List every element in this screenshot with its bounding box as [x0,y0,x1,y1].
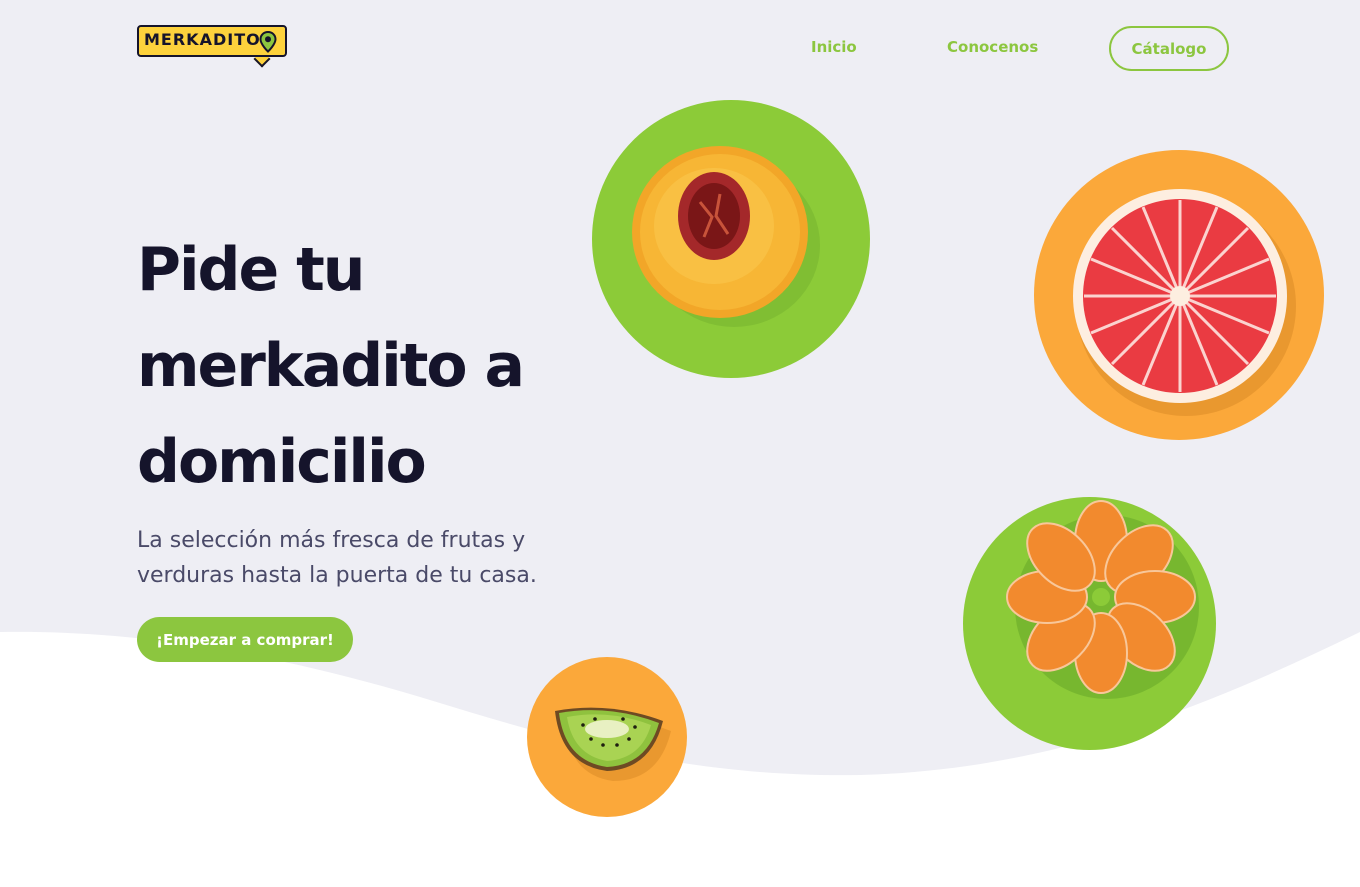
mandarin-illustration [1006,500,1199,699]
grapefruit-illustration [1073,189,1296,416]
mandarin-image [963,497,1216,750]
peach-image [592,100,870,378]
hero-title: Pide tu merkadito a domicilio [137,235,525,497]
hero-subtitle: La selección más fresca de frutas y verd… [137,528,537,588]
location-pin-icon [259,31,277,53]
nav-link-inicio[interactable]: Inicio [811,38,857,56]
start-shopping-button[interactable]: ¡Empezar a comprar! [137,617,353,662]
kiwi-image [527,657,687,817]
kiwi-illustration [555,707,671,781]
grapefruit-image [1034,150,1324,440]
nav-link-conocenos[interactable]: Conocenos [947,38,1038,56]
merkadito-logo[interactable]: MERKADITO [137,25,287,68]
logo-text: MERKADITO [144,30,261,49]
catalog-button[interactable]: Cátalogo [1109,26,1229,71]
peach-illustration [632,146,820,327]
